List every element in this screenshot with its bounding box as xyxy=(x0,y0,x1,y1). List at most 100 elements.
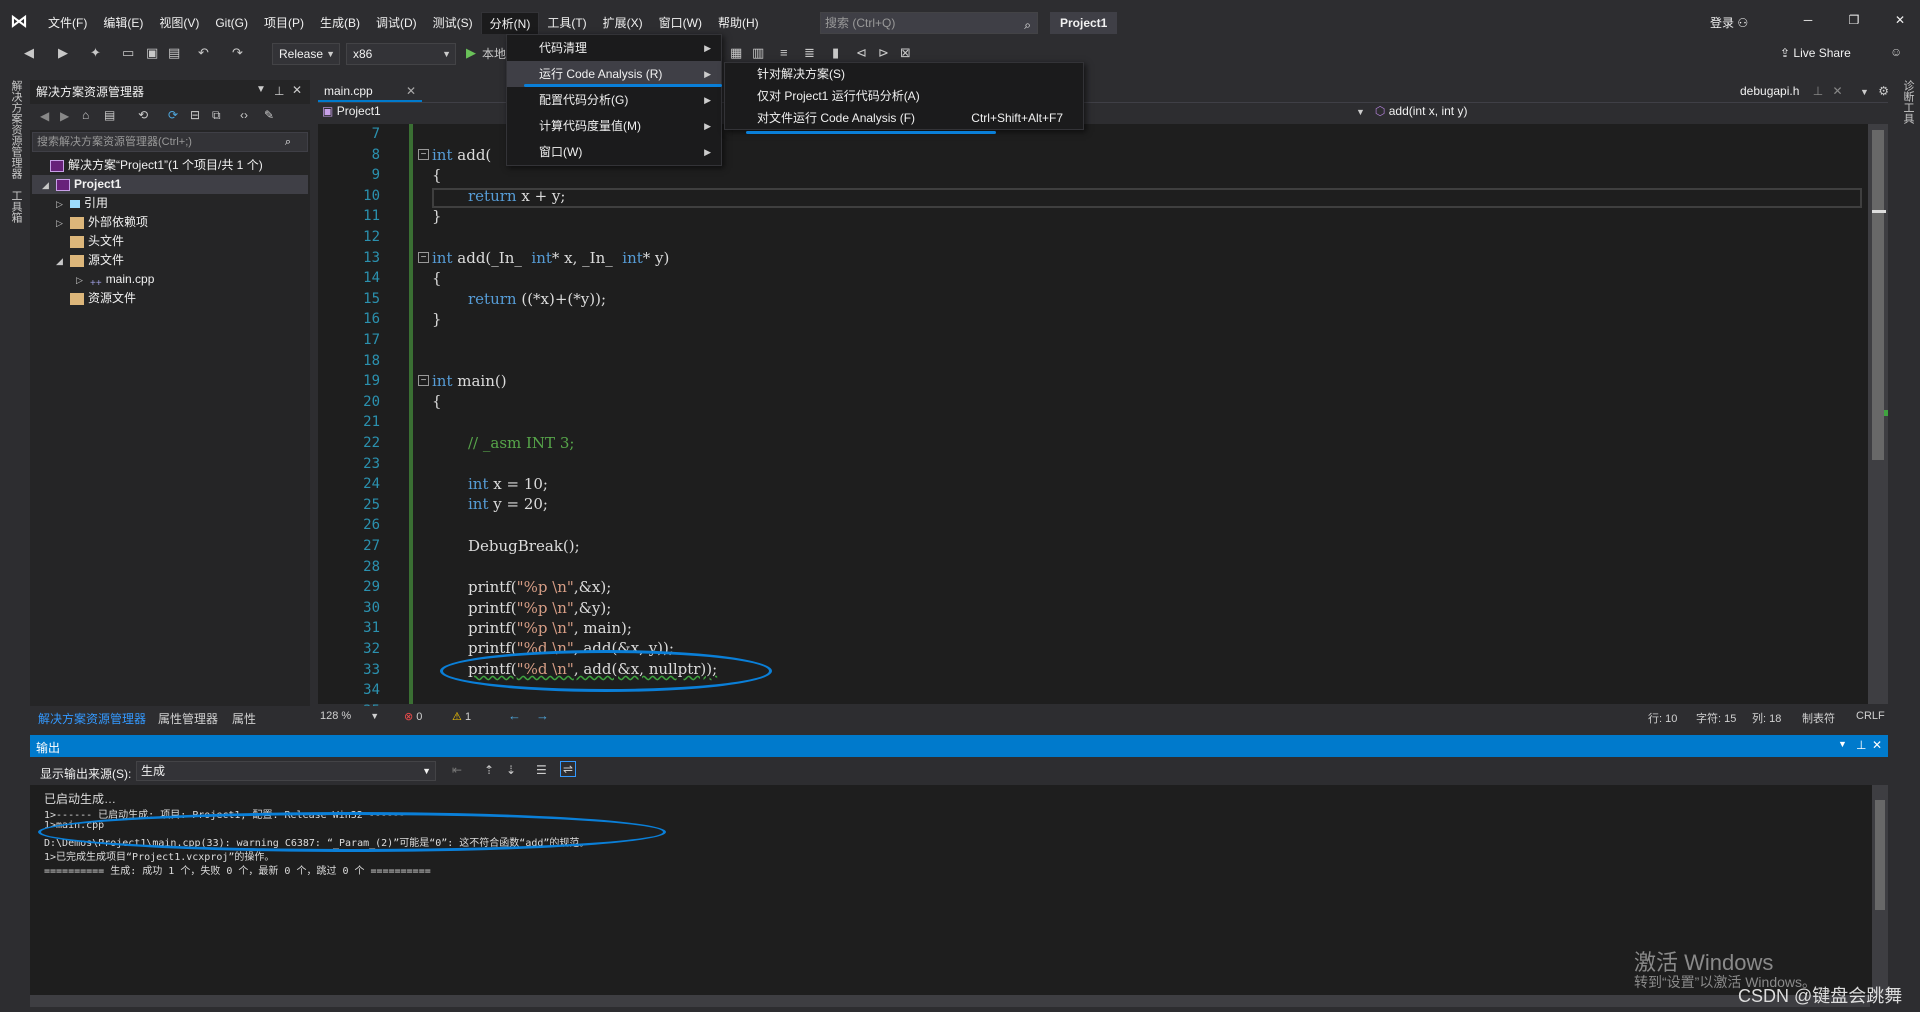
bookmark-icon[interactable]: ▮ xyxy=(832,45,839,61)
comment-icon[interactable]: ≡ xyxy=(780,45,788,60)
tree-resource-files[interactable]: 资源文件 xyxy=(56,289,136,308)
tab-solution-explorer[interactable]: 解决方案资源管理器 xyxy=(38,710,146,727)
close-icon[interactable]: ✕ xyxy=(292,83,302,97)
tree-source-files[interactable]: ◢ 源文件 xyxy=(56,251,124,270)
menu-item-calculate-metrics[interactable]: 计算代码度量值(M) ▶ xyxy=(507,113,721,139)
back-icon[interactable]: ◀ xyxy=(40,109,49,123)
find-message-icon[interactable]: ⇡ xyxy=(484,763,494,777)
close-window-icon[interactable]: ✕ xyxy=(1882,13,1918,27)
zoom-level[interactable]: 128 % ▼ xyxy=(320,710,379,722)
platform-select[interactable]: x86 ▼ xyxy=(346,43,456,65)
menu-item-configure-code-analysis[interactable]: 配置代码分析(G) ▶ xyxy=(507,87,721,113)
gear-icon[interactable]: ⚙ xyxy=(1878,84,1889,98)
menu-file[interactable]: 文件(F) xyxy=(40,12,95,34)
tabs-indicator[interactable]: 制表符 xyxy=(1802,710,1835,726)
fold-collapse-icon[interactable]: − xyxy=(418,375,429,386)
warning-count[interactable]: ⚠ 1 xyxy=(452,710,471,723)
output-horizontal-scrollbar[interactable] xyxy=(30,995,1870,1007)
run-target-label[interactable]: 本地 xyxy=(482,45,506,62)
prev-bookmark-icon[interactable]: ⊲ xyxy=(856,45,867,61)
close-icon[interactable]: ✕ xyxy=(1872,738,1882,752)
tab-property-manager[interactable]: 属性管理器 xyxy=(158,710,218,727)
save-icon[interactable]: ▣ xyxy=(146,45,158,61)
chevron-down-icon[interactable]: ▼ xyxy=(256,84,266,95)
output-source-select[interactable]: 生成 ▼ xyxy=(136,761,436,781)
fold-collapse-icon[interactable]: − xyxy=(418,149,429,160)
redo-icon[interactable]: ↷ xyxy=(232,45,243,61)
refresh-icon[interactable]: ⟳ xyxy=(168,108,178,122)
pin-icon[interactable]: ⊥ xyxy=(1813,84,1823,98)
nav-project-dropdown[interactable]: ▣ Project1 xyxy=(322,104,381,118)
restore-icon[interactable]: ❐ xyxy=(1836,13,1872,27)
solution-search-input[interactable]: 搜索解决方案资源管理器(Ctrl+;) ⌕ xyxy=(32,132,308,152)
pin-icon[interactable]: ⊥ xyxy=(1856,738,1866,752)
tree-header-files[interactable]: 头文件 xyxy=(56,232,124,251)
next-issue-icon[interactable]: → xyxy=(536,708,549,723)
tree-external-deps[interactable]: ▷ 外部依赖项 xyxy=(56,213,148,232)
run-icon[interactable]: ▶ xyxy=(466,45,476,61)
close-icon[interactable]: ✕ xyxy=(406,80,416,102)
editor-tab-main-cpp[interactable]: main.cpp ✕ xyxy=(318,80,422,102)
code-editor[interactable] xyxy=(318,124,1878,704)
back-nav-icon[interactable]: ◀ xyxy=(24,45,34,61)
menu-item-code-cleanup[interactable]: 代码清理 ▶ xyxy=(507,35,721,61)
menu-git[interactable]: Git(G) xyxy=(207,12,256,34)
tree-main-cpp[interactable]: ▷ ++ main.cpp xyxy=(76,270,154,289)
menu-item-analyze-solution[interactable]: 针对解决方案(S) xyxy=(725,63,1083,85)
tree-references[interactable]: ▷ 引用 xyxy=(56,194,108,213)
menu-window[interactable]: 窗口(W) xyxy=(651,12,710,34)
menu-test[interactable]: 测试(S) xyxy=(425,12,481,34)
error-count[interactable]: ⊗ 0 xyxy=(404,710,422,723)
clear-bookmarks-icon[interactable]: ⊠ xyxy=(900,45,911,61)
toolbar-icon[interactable]: ▦ xyxy=(730,45,742,61)
scrollbar-thumb[interactable] xyxy=(1875,800,1885,910)
tree-project[interactable]: ◢ Project1 xyxy=(32,175,308,194)
tab-properties[interactable]: 属性 xyxy=(232,710,256,727)
diagnostics-side-tab[interactable]: 诊断工具 xyxy=(1900,80,1916,124)
collapse-all-icon[interactable]: ⊟ xyxy=(190,108,200,122)
close-icon[interactable]: ✕ xyxy=(1833,84,1843,98)
eol-indicator[interactable]: CRLF xyxy=(1856,710,1885,722)
nav-function-dropdown[interactable]: ▼ ⬡ add(int x, int y) xyxy=(1356,104,1467,118)
menu-debug[interactable]: 调试(D) xyxy=(368,12,425,34)
open-file-icon[interactable]: ▭ xyxy=(122,45,134,61)
show-all-files-icon[interactable]: ⧉ xyxy=(212,108,221,123)
home-icon[interactable]: ⌂ xyxy=(82,108,89,122)
minimize-icon[interactable]: ─ xyxy=(1790,13,1826,27)
menu-item-analyze-project[interactable]: 仅对 Project1 运行代码分析(A) xyxy=(725,85,1083,107)
undo-icon[interactable]: ↶ xyxy=(198,45,209,61)
menu-tools[interactable]: 工具(T) xyxy=(539,12,594,34)
live-share-button[interactable]: ⇪ Live Share xyxy=(1780,46,1851,60)
chevron-down-icon[interactable]: ▼ xyxy=(1860,87,1869,97)
clear-all-icon[interactable]: ☰ xyxy=(536,763,547,777)
menu-item-analyze-file[interactable]: 对文件运行 Code Analysis (F) Ctrl+Shift+Alt+F7 xyxy=(725,107,1083,129)
pending-changes-icon[interactable]: ⟲ xyxy=(138,108,148,122)
pin-icon[interactable]: ⊥ xyxy=(274,84,284,98)
visual-studio-logo-icon[interactable]: ⋈ xyxy=(10,11,34,31)
scrollbar-thumb[interactable] xyxy=(1872,130,1884,460)
fold-collapse-icon[interactable]: − xyxy=(418,252,429,263)
toolbox-side-tab[interactable]: 工具箱 xyxy=(8,190,24,223)
menu-edit[interactable]: 编辑(E) xyxy=(95,12,151,34)
find-next-icon[interactable]: ⇣ xyxy=(506,763,516,777)
switch-views-icon[interactable]: ▤ xyxy=(104,108,115,122)
toolbar-icon[interactable]: ▥ xyxy=(752,45,764,61)
next-bookmark-icon[interactable]: ⊳ xyxy=(878,45,889,61)
word-wrap-icon[interactable]: ⇌ xyxy=(560,761,577,777)
forward-icon[interactable]: ▶ xyxy=(60,109,69,123)
menu-analyze[interactable]: 分析(N) xyxy=(480,12,540,34)
menu-item-windows[interactable]: 窗口(W) ▶ xyxy=(507,139,721,165)
prev-issue-icon[interactable]: ← xyxy=(508,708,521,723)
solution-explorer-side-tab[interactable]: 解决方案资源管理器 xyxy=(8,80,24,179)
feedback-icon[interactable]: ☺ xyxy=(1890,45,1902,59)
menu-extensions[interactable]: 扩展(X) xyxy=(595,12,651,34)
global-search-input[interactable]: 搜索 (Ctrl+Q) ⌕ xyxy=(820,12,1038,34)
save-all-icon[interactable]: ▤ xyxy=(168,45,180,61)
menu-build[interactable]: 生成(B) xyxy=(312,12,368,34)
editor-tab-debugapi-h[interactable]: debugapi.h ⊥ ✕ ▼ ⚙ xyxy=(1740,80,1889,102)
goto-previous-icon[interactable]: ⇤ xyxy=(452,763,462,777)
chevron-down-icon[interactable]: ▼ xyxy=(1838,739,1847,749)
uncomment-icon[interactable]: ≣ xyxy=(804,45,815,61)
configuration-select[interactable]: Release ▼ xyxy=(272,43,340,65)
tree-solution[interactable]: 解决方案“Project1”(1 个项目/共 1 个) xyxy=(36,156,263,175)
